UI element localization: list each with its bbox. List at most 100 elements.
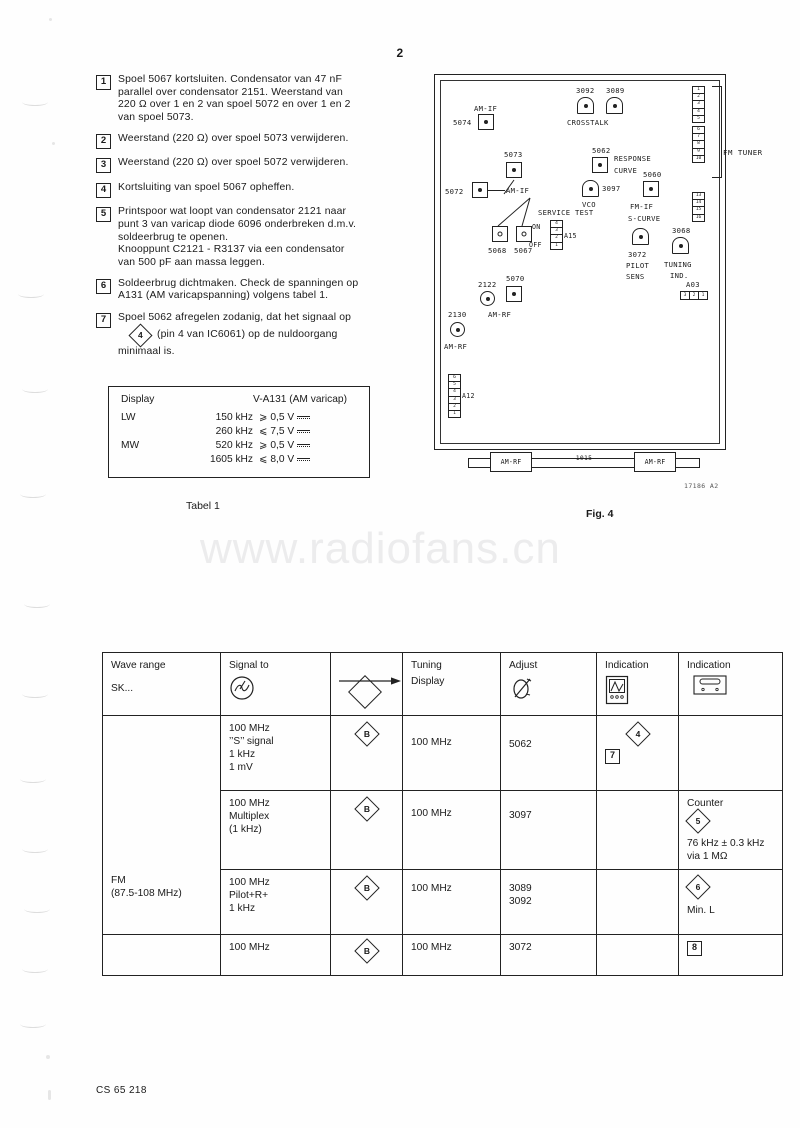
tabel1-row: MW 520 kHz ⩾ 0,5 V xyxy=(121,439,357,453)
fm-tuner-pins-1-5: 1 2 3 4 5 xyxy=(692,86,705,123)
header-display-label: Display xyxy=(411,676,445,687)
test-point-cell: B xyxy=(330,790,403,870)
signal-line: 1 kHz xyxy=(229,749,256,760)
am-rf-connector-right: AM-RF xyxy=(634,452,676,472)
frequency-value: 150 kHz xyxy=(215,412,253,423)
instruction-item: 7 Spoel 5062 afregelen zodanig, dat het … xyxy=(96,312,416,359)
instruction-line: Printspoor wat loopt van condensator 212… xyxy=(118,206,347,218)
pin: 2 xyxy=(449,404,460,411)
connector-label-a12: A12 xyxy=(462,392,475,400)
component-label-am-if: AM-IF xyxy=(474,104,498,113)
header-tuning-display: Tuning Display xyxy=(348,652,501,716)
header-adjust-label: Adjust xyxy=(509,660,538,671)
instruction-line: Spoel 5062 afregelen zodanig, dat het si… xyxy=(118,311,352,323)
testpoint-diamond-icon: B xyxy=(353,721,380,747)
trimmer-3092 xyxy=(577,97,594,114)
pin: 15 xyxy=(693,207,704,215)
dc-symbol-icon xyxy=(297,416,310,420)
testpoint-diamond-icon: B xyxy=(353,938,380,964)
voltage-value: ⩽ 8,0 V xyxy=(259,454,295,465)
instruction-line: Soldeerbrug dichtmaken. Check de spannin… xyxy=(118,277,359,289)
adjust-value: 3089 xyxy=(509,883,532,894)
dc-symbol-icon xyxy=(297,444,310,448)
connector-a03: 3 2 1 xyxy=(680,291,708,300)
instruction-item: 3 Weerstand (220 Ω) over spoel 5072 verw… xyxy=(96,157,416,174)
instruction-line: minimaal is. xyxy=(118,346,175,358)
step-number: 7 xyxy=(96,312,111,328)
component-id-3068: 3068 xyxy=(672,226,691,235)
header-indication-2-label: Indication xyxy=(687,660,731,671)
signal-cell: 100 MHz Pilot+R+ 1 kHz xyxy=(220,869,331,935)
instruction-item: 4 Kortsluiting van spoel 5067 opheffen. xyxy=(96,182,416,198)
header-indication-2: Indication xyxy=(678,652,783,716)
header-tuning-label: Tuning xyxy=(411,660,442,671)
pin: 3 xyxy=(449,397,460,404)
am-rf-cable-strip: 1015 AM-RF AM-RF xyxy=(468,452,700,474)
instruction-line: soldeerbrug te openen. xyxy=(118,231,229,243)
trimmer-5074 xyxy=(478,114,494,130)
pin: 4 xyxy=(693,109,704,116)
testpoint-letter: B xyxy=(363,882,370,893)
trimmer-5070 xyxy=(506,286,522,302)
tabel1-row: 260 kHz ⩽ 7,5 V xyxy=(121,425,357,439)
adjust-cell: 3097 xyxy=(500,790,597,870)
pin: 3 xyxy=(693,101,704,109)
signal-generator-icon xyxy=(230,676,254,700)
trimmer-3068 xyxy=(672,237,689,254)
instruction-item: 6 Soldeerbrug dichtmaken. Check de spann… xyxy=(96,278,416,303)
component-id-5068: 5068 xyxy=(488,246,507,255)
component-label-fm-if: FM-IF xyxy=(630,202,654,211)
testpoint-diamond-icon: 4 xyxy=(128,323,153,348)
step-reference-box: 8 xyxy=(687,941,702,956)
tabel1-row: 1605 kHz ⩽ 8,0 V xyxy=(121,453,357,467)
header-wave-range-label: Wave range xyxy=(111,660,166,671)
connector-a12: 6 5 4 3 2 1 xyxy=(448,374,461,419)
service-test-label: SERVICE TEST xyxy=(538,208,594,217)
adjust-value: 3092 xyxy=(509,896,532,907)
pin: 2 xyxy=(690,292,699,299)
component-id-3072: 3072 xyxy=(628,250,647,259)
testpoint-letter: B xyxy=(363,945,370,956)
counter-label: Counter xyxy=(687,798,724,809)
component-label-sens: SENS xyxy=(626,272,645,281)
test-point-cell: B xyxy=(330,715,403,791)
watermark: www.radiofans.cn xyxy=(200,524,561,573)
service-test-off-label: OFF xyxy=(529,241,542,249)
component-label-s-curve: S-CURVE xyxy=(628,214,661,223)
signal-cell: 100 MHz xyxy=(220,934,331,976)
signal-line: 100 MHz xyxy=(229,877,270,888)
figure-4-caption: Fig. 4 xyxy=(586,508,614,520)
component-id-5072: 5072 xyxy=(445,187,464,196)
table-row: 100 MHz B 100 MHz 3072 8 xyxy=(102,934,783,976)
testpoint-diamond-icon: 6 xyxy=(685,874,711,900)
pin: 9 xyxy=(693,149,704,156)
indication-2-cell: 8 xyxy=(678,934,783,976)
trimmer-2130 xyxy=(450,322,465,337)
step-number: 1 xyxy=(96,75,111,90)
component-label-ind: IND. xyxy=(670,271,689,280)
pin: 2 xyxy=(551,235,562,243)
frequency-value: 260 kHz xyxy=(215,426,253,437)
component-id-3089: 3089 xyxy=(606,86,625,95)
document-page: 2 www.radiofans.cn 1 Spoel 5067 kortslui… xyxy=(0,0,800,1128)
instruction-line: van 500 pF aan massa leggen. xyxy=(118,256,265,268)
service-test-on-label: ON xyxy=(532,223,541,231)
indication-1-cell xyxy=(596,790,679,870)
component-id-5060: 5060 xyxy=(643,170,662,179)
signal-line: 100 MHz xyxy=(229,723,270,734)
pin: 5 xyxy=(697,115,700,121)
component-id-5070: 5070 xyxy=(506,274,525,283)
step-number: 6 xyxy=(96,278,111,294)
component-label-pilot: PILOT xyxy=(626,261,650,270)
indication-2-cell: 6 Min. L xyxy=(678,869,783,935)
table-header-row: Wave range SK... Signal to Tuning Displa… xyxy=(102,652,783,716)
tabel-1: Display V-A131 (AM varicap) LW 150 kHz ⩾… xyxy=(108,386,370,478)
signal-line: 1 mV xyxy=(229,762,253,773)
trimmer-5067 xyxy=(516,226,532,242)
wave-range-cell-empty xyxy=(102,934,221,976)
component-id-2130: 2130 xyxy=(448,310,467,319)
signal-cell: 100 MHz ’’S’’ signal 1 kHz 1 mV xyxy=(220,715,331,791)
testpoint-number: 4 xyxy=(138,330,143,341)
tuning-display-cell: 100 MHz xyxy=(402,715,501,791)
header-sk-label: SK... xyxy=(111,683,134,694)
